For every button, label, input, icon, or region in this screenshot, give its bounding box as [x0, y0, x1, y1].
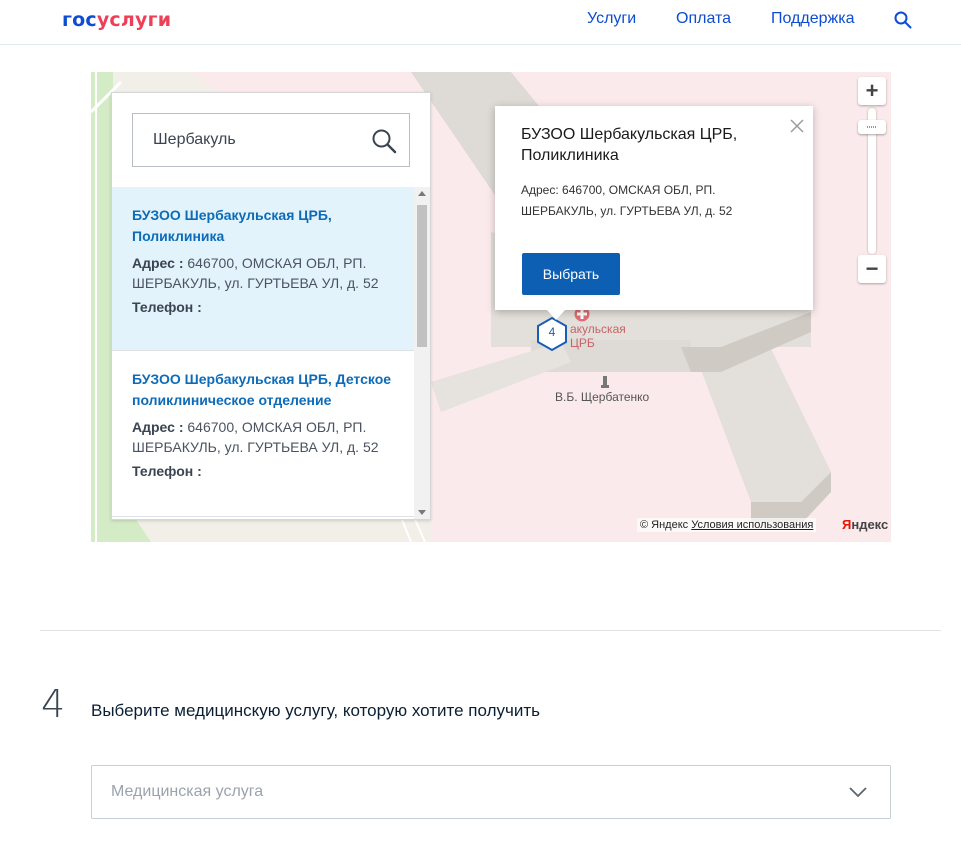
select-button[interactable]: Выбрать	[522, 253, 620, 295]
map-label-monument: В.Б. Щербатенко	[555, 390, 650, 404]
logo-part-2: услуги	[96, 9, 172, 31]
section-divider	[40, 630, 941, 631]
nav-support-link[interactable]: Поддержка	[771, 10, 854, 28]
copyright-text: © Яндекс	[640, 519, 689, 531]
map-balloon: БУЗОО Шербакульская ЦРБ, Поликлиника Адр…	[495, 106, 813, 320]
list-item[interactable]: БУЗОО Шербакульская ЦРБ, Детское поликли…	[112, 351, 414, 517]
balloon-title: БУЗОО Шербакульская ЦРБ, Поликлиника	[521, 126, 738, 164]
select-placeholder: Медицинская услуга	[111, 783, 264, 800]
balloon-tail	[547, 310, 565, 320]
zoom-in-button[interactable]: +	[858, 77, 886, 105]
step-title: Выберите медицинскую услугу, которую хот…	[91, 701, 541, 720]
nav-services-link[interactable]: Услуги	[587, 10, 636, 28]
medical-service-select[interactable]: Медицинская услуга	[91, 765, 891, 819]
zoom-slider-handle[interactable]	[858, 120, 886, 134]
map-search-input[interactable]: Шербакуль	[132, 113, 410, 167]
minus-icon: −	[865, 256, 879, 281]
terms-link[interactable]: Условия использования	[691, 519, 813, 531]
plus-icon: +	[865, 78, 879, 103]
results-scrollbar[interactable]	[414, 187, 430, 519]
nav-payment-link[interactable]: Оплата	[676, 10, 731, 28]
balloon-address: Адрес: 646700, ОМСКАЯ ОБЛ, РП. ШЕРБАКУЛЬ…	[521, 183, 733, 218]
zoom-out-button[interactable]: −	[858, 255, 886, 283]
result-address: Адрес : 646700, ОМСКАЯ ОБЛ, РП. ШЕРБАКУЛ…	[132, 253, 394, 293]
map-search-value: Шербакуль	[153, 131, 236, 148]
result-address: Адрес : 646700, ОМСКАЯ ОБЛ, РП. ШЕРБАКУЛ…	[132, 417, 394, 457]
yandex-logo[interactable]: Яндекс	[842, 517, 888, 532]
monument-icon	[601, 376, 609, 388]
yandex-logo-first-letter: Я	[842, 517, 852, 532]
result-phone: Телефон :	[132, 463, 394, 479]
map-widget[interactable]: акульская ЦРБ В.Б. Щербатенко 4 Шербакул…	[91, 72, 891, 542]
scroll-thumb[interactable]	[417, 205, 427, 347]
map-label-hospital-line1: акульская	[570, 322, 626, 336]
logo-part-1: гос	[62, 9, 97, 31]
result-address-label: Адрес :	[132, 419, 184, 435]
map-label-hospital: акульская ЦРБ	[570, 322, 626, 350]
map-marker-count: 4	[548, 325, 556, 339]
step-number: 4	[41, 682, 66, 726]
result-address-label: Адрес :	[132, 255, 184, 271]
result-phone-label: Телефон :	[132, 463, 202, 479]
result-title[interactable]: БУЗОО Шербакульская ЦРБ, Детское поликли…	[132, 369, 394, 411]
grip-icon	[867, 126, 876, 128]
search-icon[interactable]	[371, 128, 397, 154]
scroll-down-icon[interactable]	[418, 510, 426, 515]
search-panel: Шербакуль БУЗОО Шербакульская ЦРБ, Полик…	[111, 92, 431, 520]
search-icon[interactable]	[894, 11, 912, 29]
close-icon[interactable]	[789, 118, 805, 134]
result-phone: Телефон :	[132, 299, 394, 315]
gosuslugi-logo[interactable]: госуслуги	[62, 9, 171, 31]
scroll-up-icon[interactable]	[418, 191, 426, 196]
yandex-logo-rest: ндекс	[851, 517, 889, 532]
site-header: госуслуги Услуги Оплата Поддержка	[0, 0, 961, 45]
map-copyright: © Яндекс Условия использования	[637, 518, 817, 532]
result-phone-label: Телефон :	[132, 299, 202, 315]
chevron-down-icon[interactable]	[848, 784, 868, 800]
results-list: БУЗОО Шербакульская ЦРБ, Поликлиника Адр…	[112, 187, 414, 519]
result-title[interactable]: БУЗОО Шербакульская ЦРБ, Поликлиника	[132, 205, 394, 247]
list-item[interactable]: БУЗОО Шербакульская ЦРБ, Поликлиника Адр…	[112, 187, 414, 351]
map-label-hospital-line2: ЦРБ	[570, 336, 595, 350]
